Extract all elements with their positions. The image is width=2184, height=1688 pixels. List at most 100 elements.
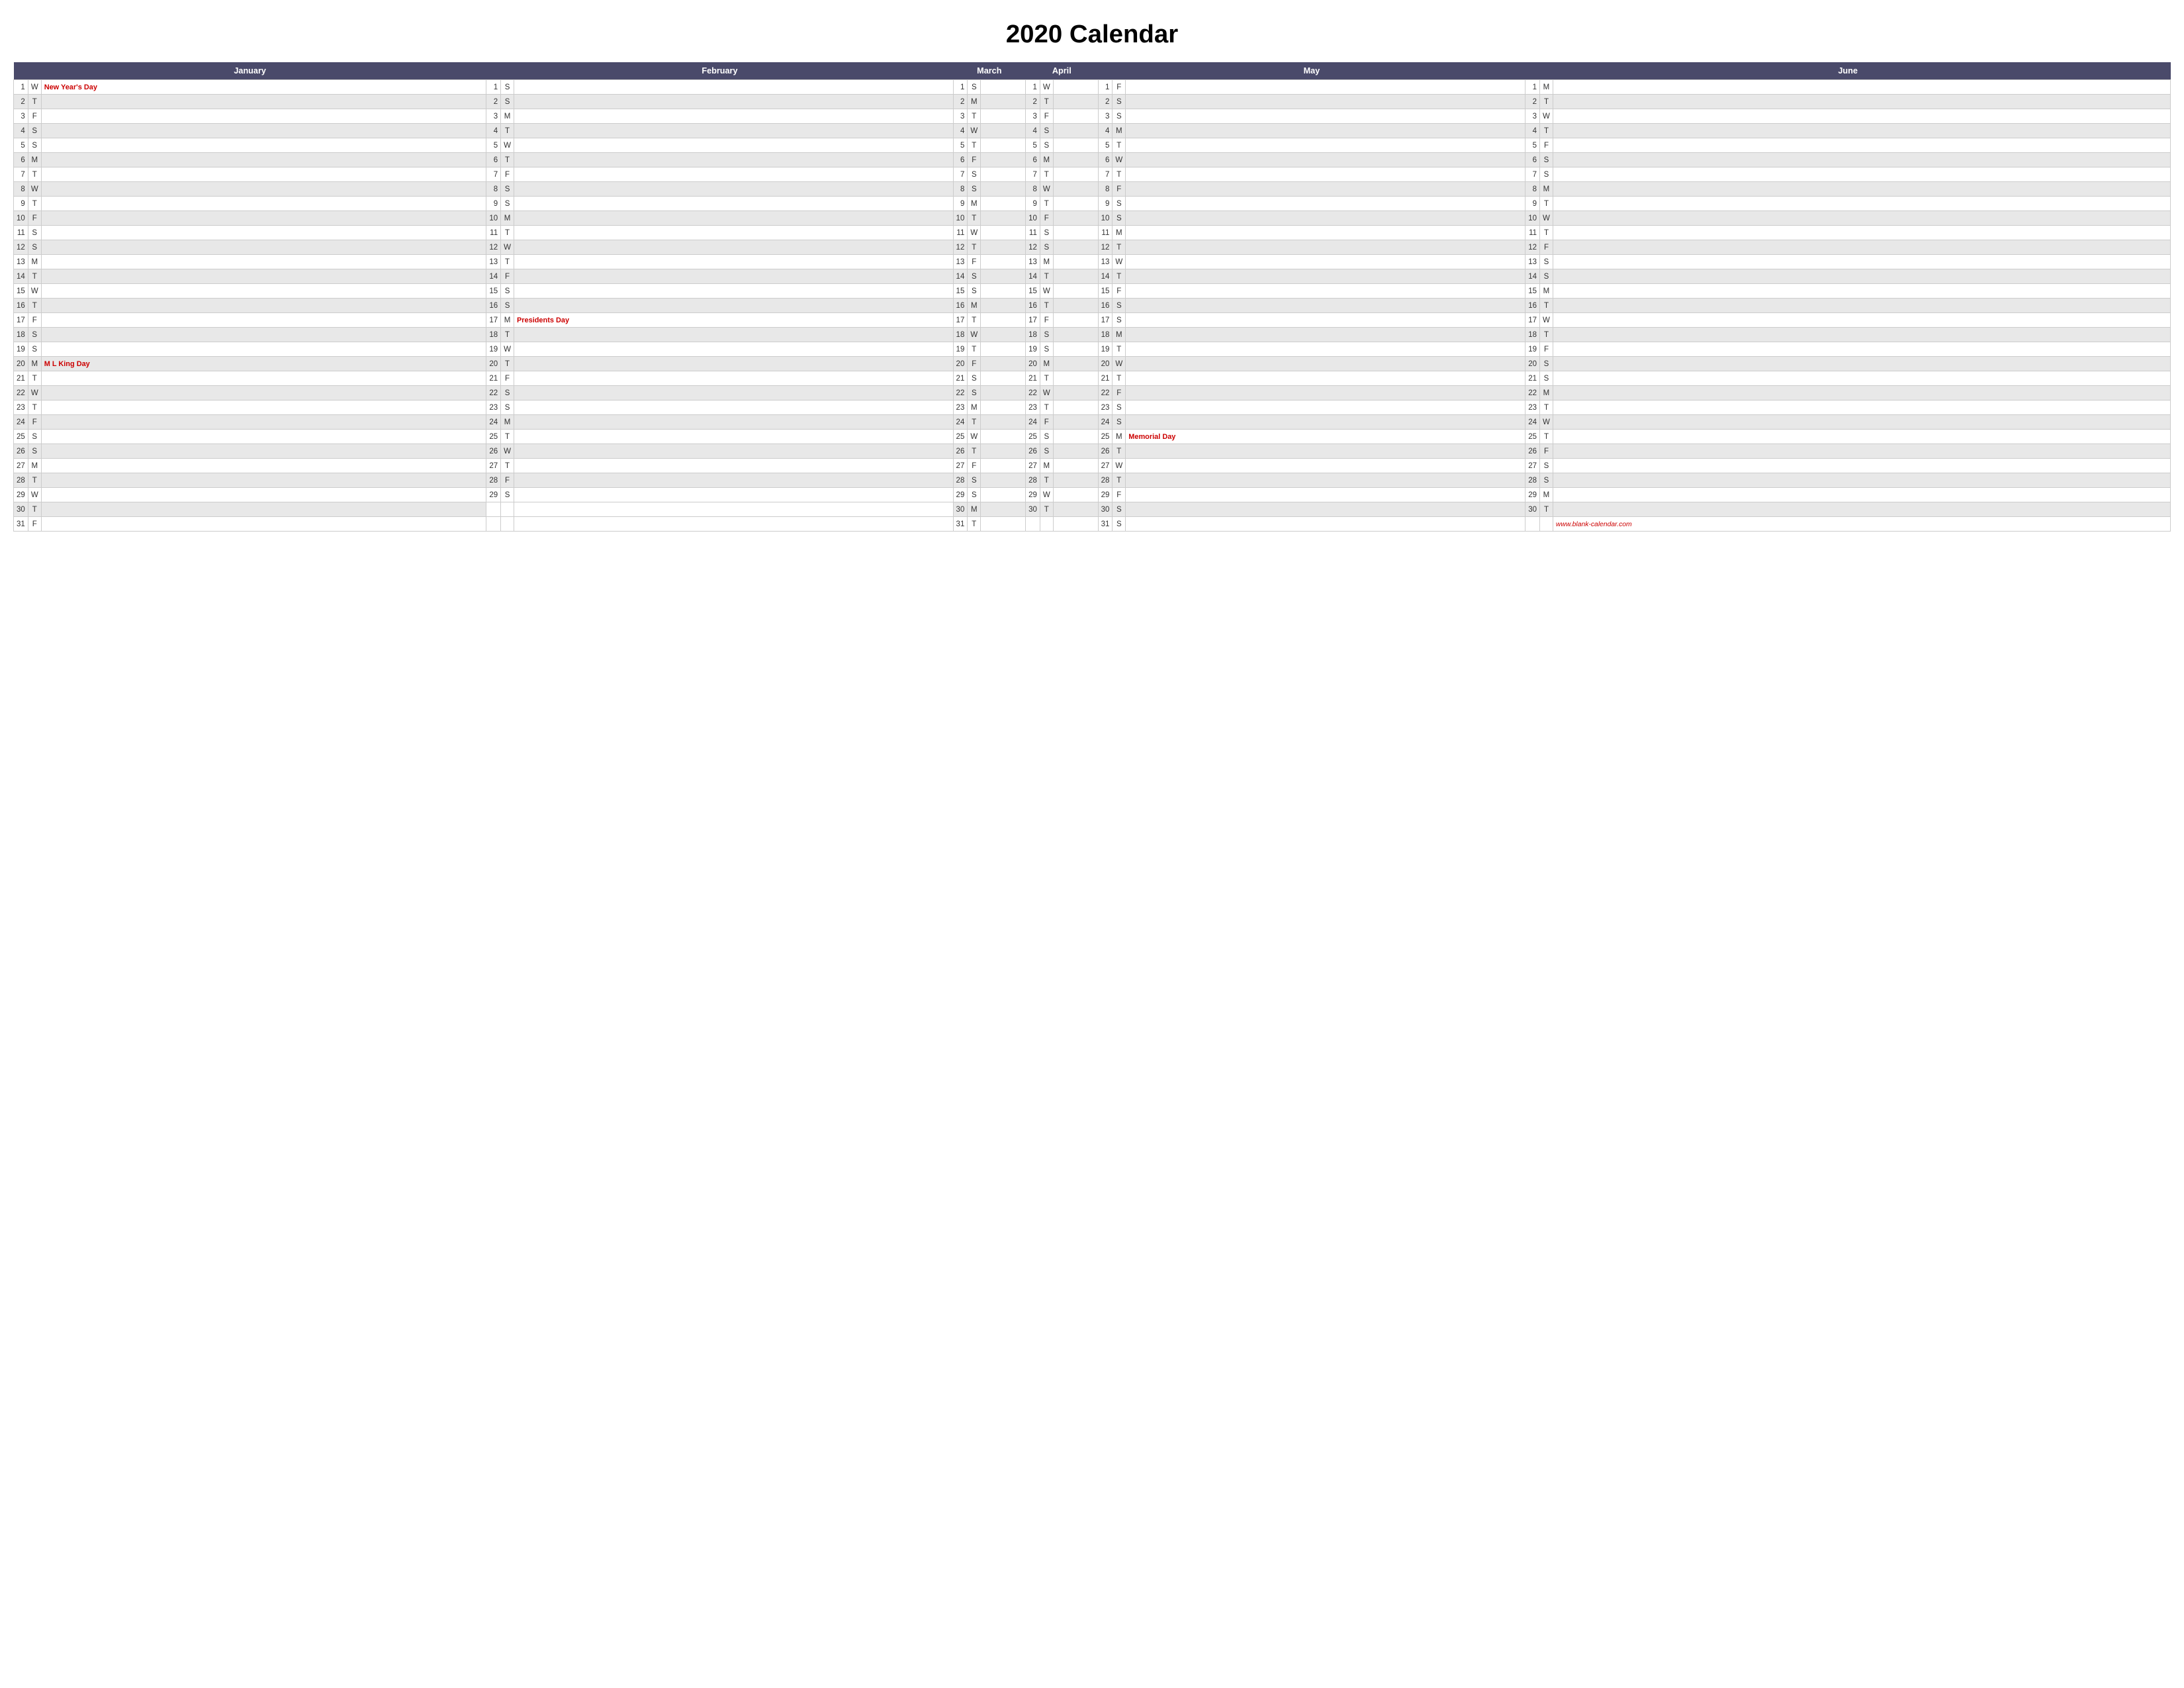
month-1-row-18-num: 18 xyxy=(14,328,28,342)
month-4-row-15-letter: W xyxy=(1040,284,1053,299)
month-6-row-11-letter: T xyxy=(1540,226,1553,240)
month-5-row-11-holiday xyxy=(1126,226,1525,240)
month-6-row-5-holiday xyxy=(1553,138,2170,153)
month-2-row-5-num: 5 xyxy=(486,138,501,153)
month-2-row-20-num: 20 xyxy=(486,357,501,371)
month-4-row-4-num: 4 xyxy=(1026,124,1040,138)
month-5-row-24-num: 24 xyxy=(1098,415,1113,430)
month-4-row-11-holiday xyxy=(1053,226,1098,240)
month-5-row-10-holiday xyxy=(1126,211,1525,226)
month-2-row-29-holiday xyxy=(514,488,954,502)
month-4-row-25-letter: S xyxy=(1040,430,1053,444)
month-5-row-18-num: 18 xyxy=(1098,328,1113,342)
month-3-row-29-num: 29 xyxy=(953,488,968,502)
month-5-row-12-holiday xyxy=(1126,240,1525,255)
month-3-row-17-letter: T xyxy=(968,313,981,328)
month-5-row-7-holiday xyxy=(1126,167,1525,182)
month-2-row-2-holiday xyxy=(514,95,954,109)
month-3-row-29-holiday xyxy=(981,488,1026,502)
month-2-row-13-letter: T xyxy=(501,255,514,269)
month-4-row-26-letter: S xyxy=(1040,444,1053,459)
month-6-row-26-holiday xyxy=(1553,444,2170,459)
month-1-row-2-num: 2 xyxy=(14,95,28,109)
month-1-row-11-num: 11 xyxy=(14,226,28,240)
month-2-row-1-num: 1 xyxy=(486,80,501,95)
month-4-row-6-holiday xyxy=(1053,153,1098,167)
month-3-row-25-holiday xyxy=(981,430,1026,444)
month-3-row-11-letter: W xyxy=(968,226,981,240)
month-4-row-2-letter: T xyxy=(1040,95,1053,109)
month-6-row-28-letter: S xyxy=(1540,473,1553,488)
month-6-row-14-letter: S xyxy=(1540,269,1553,284)
month-1-row-5-holiday xyxy=(41,138,486,153)
month-1-row-31-letter: F xyxy=(28,517,41,532)
month-6-row-15-letter: M xyxy=(1540,284,1553,299)
month-1-row-13-letter: M xyxy=(28,255,41,269)
month-6-row-6-letter: S xyxy=(1540,153,1553,167)
month-3-row-1-holiday xyxy=(981,80,1026,95)
month-1-row-8-holiday xyxy=(41,182,486,197)
month-6-row-15-holiday xyxy=(1553,284,2170,299)
month-3-row-14-holiday xyxy=(981,269,1026,284)
month-5-row-6-letter: W xyxy=(1113,153,1126,167)
month-5-row-6-num: 6 xyxy=(1098,153,1113,167)
month-5-row-21-letter: T xyxy=(1113,371,1126,386)
month-6-row-16-num: 16 xyxy=(1525,299,1540,313)
month-5-row-8-holiday xyxy=(1126,182,1525,197)
month-5-row-24-holiday xyxy=(1126,415,1525,430)
month-5-row-12-num: 12 xyxy=(1098,240,1113,255)
month-4-row-12-num: 12 xyxy=(1026,240,1040,255)
month-5-row-17-num: 17 xyxy=(1098,313,1113,328)
month-6-row-9-letter: T xyxy=(1540,197,1553,211)
month-3-row-15-letter: S xyxy=(968,284,981,299)
month-2-row-29-letter: S xyxy=(501,488,514,502)
month-3-row-22-num: 22 xyxy=(953,386,968,400)
month-5-row-19-letter: T xyxy=(1113,342,1126,357)
month-1-row-4-holiday xyxy=(41,124,486,138)
month-4-row-15-holiday xyxy=(1053,284,1098,299)
month-6-row-1-holiday xyxy=(1553,80,2170,95)
month-5-row-25-holiday: Memorial Day xyxy=(1126,430,1525,444)
month-3-row-12-letter: T xyxy=(968,240,981,255)
month-4-row-16-letter: T xyxy=(1040,299,1053,313)
month-1-row-26-holiday xyxy=(41,444,486,459)
month-4-row-29-num: 29 xyxy=(1026,488,1040,502)
month-5-row-18-letter: M xyxy=(1113,328,1126,342)
month-1-row-27-holiday xyxy=(41,459,486,473)
month-4-row-3-num: 3 xyxy=(1026,109,1040,124)
month-1-row-23-num: 23 xyxy=(14,400,28,415)
month-4-row-20-num: 20 xyxy=(1026,357,1040,371)
month-6-row-4-holiday xyxy=(1553,124,2170,138)
month-4-row-28-letter: T xyxy=(1040,473,1053,488)
month-6-row-17-holiday xyxy=(1553,313,2170,328)
month-4-row-16-holiday xyxy=(1053,299,1098,313)
month-6-row-29-letter: M xyxy=(1540,488,1553,502)
month-6-row-18-num: 18 xyxy=(1525,328,1540,342)
month-2-row-19-holiday xyxy=(514,342,954,357)
month-4-row-14-num: 14 xyxy=(1026,269,1040,284)
month-5-row-5-letter: T xyxy=(1113,138,1126,153)
month-3-row-8-holiday xyxy=(981,182,1026,197)
month-3-row-3-num: 3 xyxy=(953,109,968,124)
month-1-row-14-num: 14 xyxy=(14,269,28,284)
month-3-row-25-letter: W xyxy=(968,430,981,444)
month-1-row-16-letter: T xyxy=(28,299,41,313)
month-1-row-16-num: 16 xyxy=(14,299,28,313)
month-2-row-8-num: 8 xyxy=(486,182,501,197)
month-1-row-8-letter: W xyxy=(28,182,41,197)
month-5-row-31-num: 31 xyxy=(1098,517,1113,532)
month-2-row-18-holiday xyxy=(514,328,954,342)
month-3-row-4-holiday xyxy=(981,124,1026,138)
month-3-row-26-letter: T xyxy=(968,444,981,459)
month-3-row-18-letter: W xyxy=(968,328,981,342)
month-6-row-29-holiday xyxy=(1553,488,2170,502)
month-3-row-30-num: 30 xyxy=(953,502,968,517)
month-6-row-9-holiday xyxy=(1553,197,2170,211)
month-4-row-11-letter: S xyxy=(1040,226,1053,240)
month-6-row-17-num: 17 xyxy=(1525,313,1540,328)
month-3-row-19-num: 19 xyxy=(953,342,968,357)
month-1-row-19-holiday xyxy=(41,342,486,357)
month-1-row-1-holiday: New Year's Day xyxy=(41,80,486,95)
month-4-row-7-holiday xyxy=(1053,167,1098,182)
month-2-row-21-holiday xyxy=(514,371,954,386)
